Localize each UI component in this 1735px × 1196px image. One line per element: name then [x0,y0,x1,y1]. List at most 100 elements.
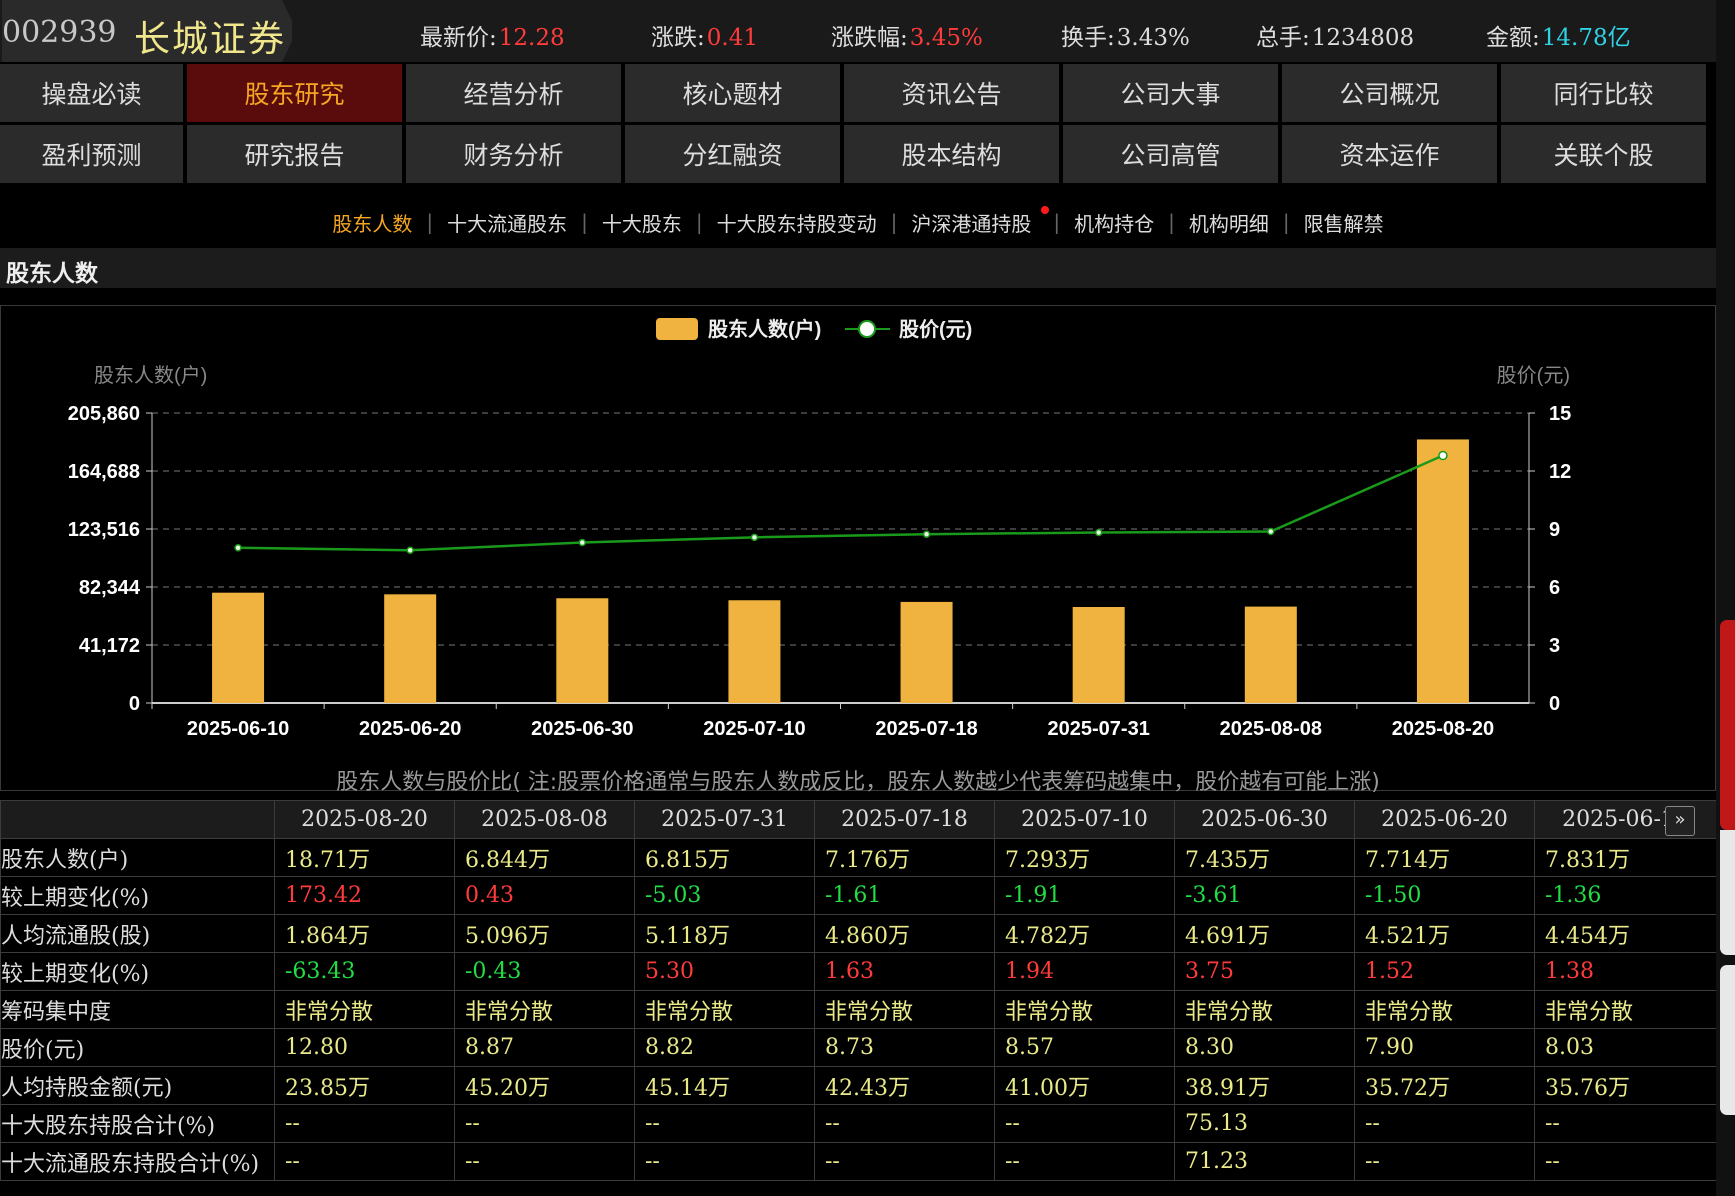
subtab-7[interactable]: 限售解禁 [1290,208,1398,237]
row-label: 十大股东持股合计(%) [0,1104,275,1143]
price-point[interactable] [1094,528,1103,537]
subtab-label: 十大股东 [601,211,682,236]
scrollbar-segment [1720,965,1735,1115]
quote-value: 1234808 [1311,25,1415,51]
tab-row2-0[interactable]: 盈利预测 [0,125,183,183]
table-cell: 5.118万 [634,914,815,953]
subtab-6[interactable]: 机构明细 [1175,208,1283,237]
table-header-date: 2025-08-20 [274,800,455,839]
price-point[interactable] [1267,527,1275,536]
bar[interactable] [384,594,437,703]
subtab-2[interactable]: 十大股东 [588,208,696,237]
subtab-label: 十大股东持股变动 [716,211,877,236]
stock-code: 002939 [2,15,117,50]
tab-row1-5[interactable]: 公司大事 [1063,64,1278,122]
stock-identity: 002939 长城证券 [2,0,292,62]
row-label: 十大流通股东持股合计(%) [0,1142,275,1181]
tab-row2-5[interactable]: 公司高管 [1063,125,1278,183]
tab-row1-1[interactable]: 股东研究 [187,64,402,122]
table-header-date: 2025-06-30 [1174,800,1355,839]
x-tick-label: 2025-07-31 [1048,718,1150,740]
tab-separator: | [1168,210,1175,234]
quote-value: 14.78亿 [1541,25,1631,51]
tab-row1-7[interactable]: 同行比较 [1501,64,1706,122]
right-axis-title: 股价(元) [1497,365,1570,387]
table-cell: 8.30 [1174,1028,1355,1067]
tab-row2-2[interactable]: 财务分析 [406,125,621,183]
subtab-3[interactable]: 十大股东持股变动 [703,208,891,237]
bar[interactable] [900,601,953,703]
price-point[interactable] [1438,450,1448,461]
table-cell: 1.94 [994,952,1175,991]
table-cell: 8.87 [454,1028,635,1067]
next-page-button[interactable]: » [1665,806,1695,836]
tab-row2-3[interactable]: 分红融资 [625,125,840,183]
table-cell: 23.85万 [274,1066,455,1105]
tab-row1-6[interactable]: 公司概况 [1282,64,1497,122]
price-point[interactable] [750,533,759,542]
bar[interactable] [728,600,781,703]
table-cell: 45.20万 [454,1066,635,1105]
table-cell: 35.72万 [1354,1066,1535,1105]
table-cell: -5.03 [634,876,815,915]
x-tick-label: 2025-06-30 [531,718,633,740]
bar[interactable] [1244,606,1297,703]
bar[interactable] [556,598,609,703]
tab-row1-2[interactable]: 经营分析 [406,64,621,122]
table-cell: -- [1354,1142,1535,1181]
table-cell: 7.435万 [1174,838,1355,877]
quote-item: 涨跌:0.41 [651,18,758,52]
new-dot-icon [1041,205,1050,214]
table-cell: 7.176万 [814,838,995,877]
x-tick-label: 2025-06-10 [187,718,289,740]
table-cell: -- [814,1104,995,1143]
subtab-5[interactable]: 机构持仓 [1060,208,1168,237]
tab-row2-4[interactable]: 股本结构 [844,125,1059,183]
bar[interactable] [1072,606,1125,703]
table-row: 人均流通股(股) 1.864万 5.096万 5.118万 4.860万 4.782万 4.… [0,914,1717,953]
table-cell: -1.91 [994,876,1175,915]
subtab-0[interactable]: 股东人数 [318,208,426,237]
table-cell: -- [1534,1104,1717,1143]
quote-value: 12.28 [498,25,565,51]
table-cell: 8.03 [1534,1028,1717,1067]
right-tick-label: 9 [1549,519,1560,541]
tab-row2-6[interactable]: 资本运作 [1282,125,1497,183]
bar[interactable] [212,592,265,703]
bar[interactable] [1416,439,1469,703]
tab-row2-1[interactable]: 研究报告 [187,125,402,183]
table-cell: 非常分散 [274,990,455,1029]
tab-row1-3[interactable]: 核心题材 [625,64,840,122]
row-label-text: 股价(元) [1,1037,85,1063]
price-point[interactable] [234,544,242,552]
row-label-text: 较上期变化(%) [1,885,150,911]
table-cell: 8.82 [634,1028,815,1067]
right-tick-label: 12 [1549,461,1571,483]
subtab-4[interactable]: 沪深港通持股 [897,205,1053,237]
table-cell: 7.90 [1354,1028,1535,1067]
subtab-label: 限售解禁 [1303,211,1384,236]
quote-value: 3.43% [1116,25,1190,51]
subtab-1[interactable]: 十大流通股东 [433,208,581,237]
table-cell: -1.50 [1354,876,1535,915]
tab-row2-7[interactable]: 关联个股 [1501,125,1706,183]
tab-row1-0[interactable]: 操盘必读 [0,64,183,122]
price-point[interactable] [578,538,587,547]
price-point[interactable] [406,546,414,555]
table-row: 股东人数(户) 18.71万 6.844万 6.815万 7.176万 7.293万 7.4… [0,838,1717,877]
scrollbar[interactable] [1716,0,1735,1196]
price-point[interactable] [922,530,931,538]
table-cell: 6.815万 [634,838,815,877]
table-cell: 8.57 [994,1028,1175,1067]
table-header-corner [0,800,275,839]
table-cell: -- [1354,1104,1535,1143]
quote-label: 最新价: [420,25,497,51]
row-label-text: 筹码集中度 [1,999,112,1025]
legend-bar-swatch[interactable] [656,318,698,340]
tab-row1-4[interactable]: 资讯公告 [844,64,1059,122]
table-cell: -0.43 [454,952,635,991]
table-cell: 71.23 [1174,1142,1355,1181]
row-label-text: 人均持股金额(元) [1,1075,173,1101]
scrollbar-thumb[interactable] [1720,620,1735,830]
table-cell: 4.521万 [1354,914,1535,953]
